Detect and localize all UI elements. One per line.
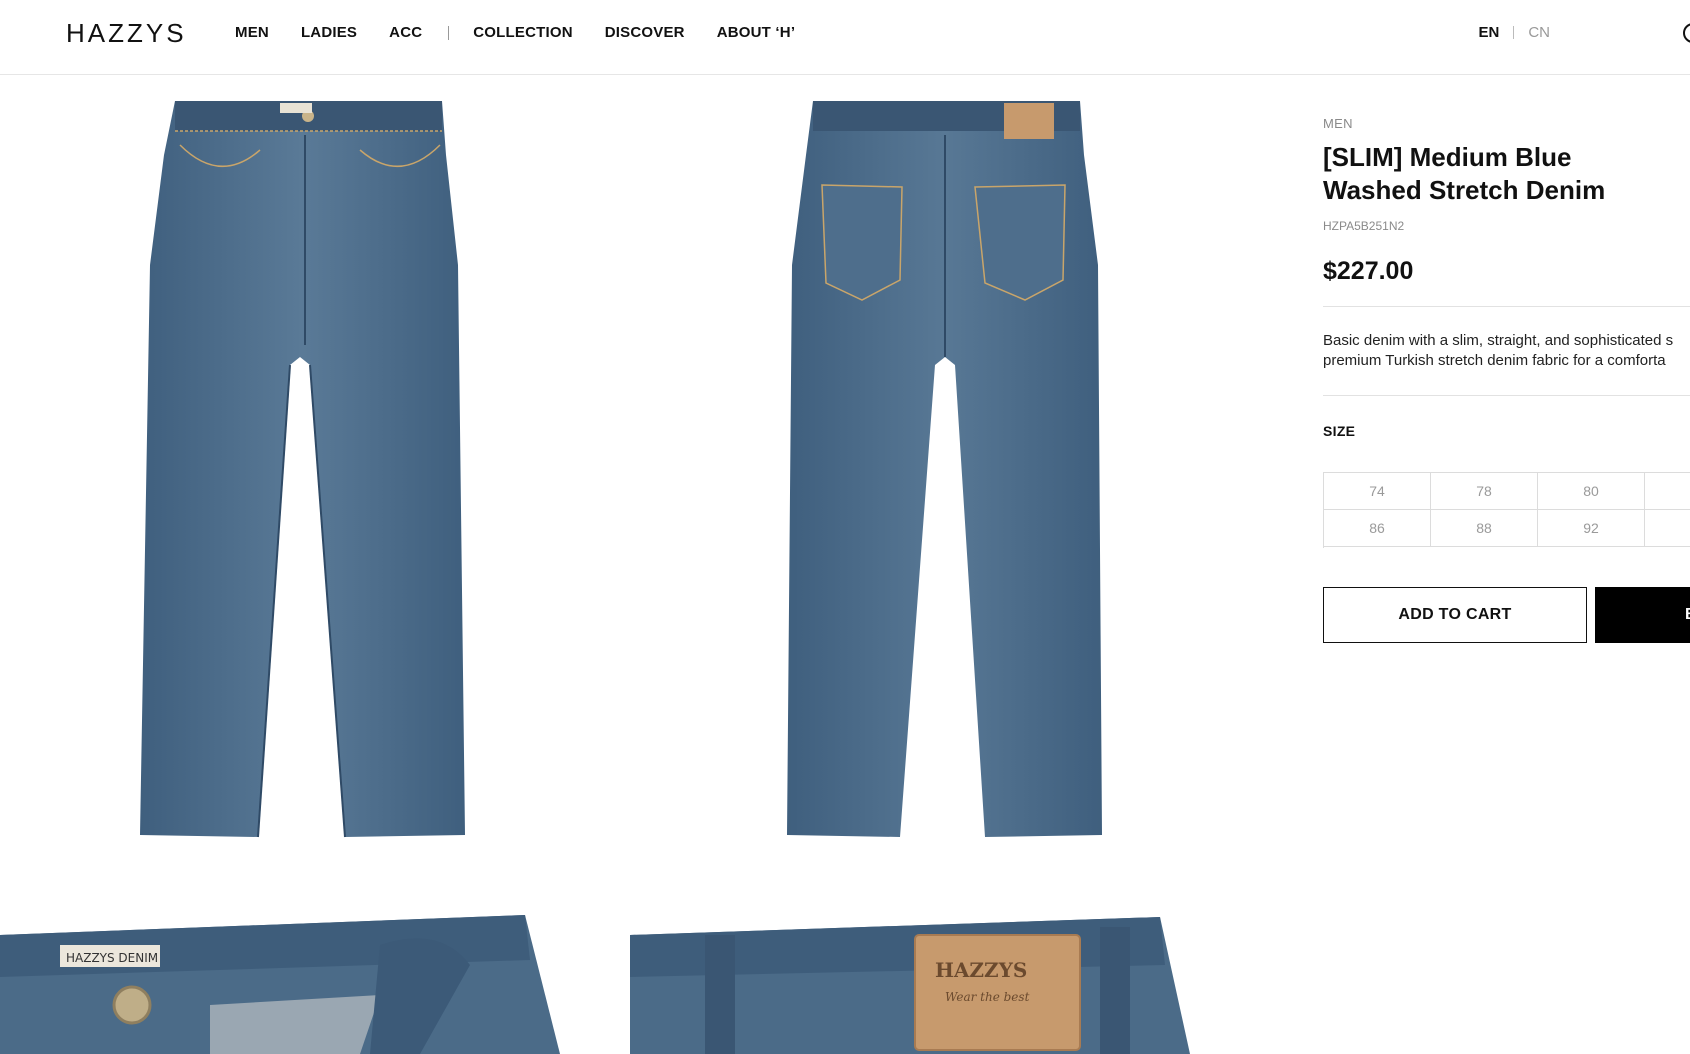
product-title: [SLIM] Medium Blue Washed Stretch Denim	[1323, 141, 1690, 207]
site-header: HAZZYS MEN LADIES ACC COLLECTION DISCOVE…	[0, 0, 1690, 75]
lang-divider	[1513, 26, 1515, 39]
product-image-front[interactable]	[140, 95, 480, 840]
product-description: Basic denim with a slim, straight, and s…	[1323, 331, 1690, 371]
nav-ladies[interactable]: LADIES	[301, 24, 357, 41]
nav-about[interactable]: ABOUT ‘H’	[717, 24, 795, 41]
add-to-cart-button[interactable]: ADD TO CART	[1323, 587, 1587, 643]
size-option[interactable]: 78	[1431, 473, 1538, 510]
buy-now-button[interactable]: B	[1595, 587, 1690, 643]
jeans-front-detail-illustration: HAZZYS DENIM	[0, 915, 560, 1054]
product-title-line1: [SLIM] Medium Blue	[1323, 142, 1572, 172]
product-image-back[interactable]	[780, 95, 1120, 840]
patch-brand-text: HAZZYS	[935, 958, 1027, 982]
size-label: SIZE	[1323, 423, 1356, 439]
product-info: MEN [SLIM] Medium Blue Washed Stretch De…	[1323, 110, 1690, 439]
patch-script-text: Wear the best	[945, 990, 1030, 1004]
size-selector: 74 78 80 86 88 92	[1323, 472, 1690, 548]
language-switcher: EN CN	[1478, 24, 1550, 41]
size-option[interactable]: 92	[1538, 510, 1645, 547]
product-image-detail-back[interactable]: HAZZYS Wear the best	[630, 905, 1190, 1054]
size-option[interactable]: 80	[1538, 473, 1645, 510]
description-line2: premium Turkish stretch denim fabric for…	[1323, 352, 1666, 369]
size-option[interactable]	[1645, 473, 1690, 510]
nav-men[interactable]: MEN	[235, 24, 269, 41]
size-option[interactable]: 86	[1324, 510, 1431, 547]
lang-cn[interactable]: CN	[1528, 24, 1550, 41]
denim-tag-text: HAZZYS DENIM	[66, 951, 158, 965]
product-price: $227.00	[1323, 257, 1414, 285]
description-line1: Basic denim with a slim, straight, and s…	[1323, 332, 1674, 349]
lang-en[interactable]: EN	[1478, 24, 1499, 41]
size-option[interactable]: 88	[1431, 510, 1538, 547]
divider	[1323, 306, 1690, 307]
jeans-front-illustration	[140, 101, 465, 838]
product-image-detail-front[interactable]: HAZZYS DENIM	[0, 905, 560, 1054]
main-nav: MEN LADIES ACC COLLECTION DISCOVER ABOUT…	[235, 24, 827, 41]
product-title-line2: Washed Stretch Denim	[1323, 175, 1606, 205]
jeans-back-detail-illustration: HAZZYS Wear the best	[630, 917, 1190, 1054]
nav-collection[interactable]: COLLECTION	[473, 24, 573, 41]
divider	[1323, 395, 1690, 396]
brand-logo[interactable]: HAZZYS	[66, 18, 187, 49]
nav-discover[interactable]: DISCOVER	[605, 24, 685, 41]
size-option[interactable]	[1645, 510, 1690, 547]
jeans-back-illustration	[787, 101, 1102, 837]
product-category: MEN	[1323, 116, 1353, 131]
product-code: HZPA5B251N2	[1323, 219, 1405, 233]
size-option[interactable]: 74	[1324, 473, 1431, 510]
search-icon[interactable]	[1683, 23, 1690, 43]
nav-divider	[448, 25, 450, 40]
nav-acc[interactable]: ACC	[389, 24, 422, 41]
